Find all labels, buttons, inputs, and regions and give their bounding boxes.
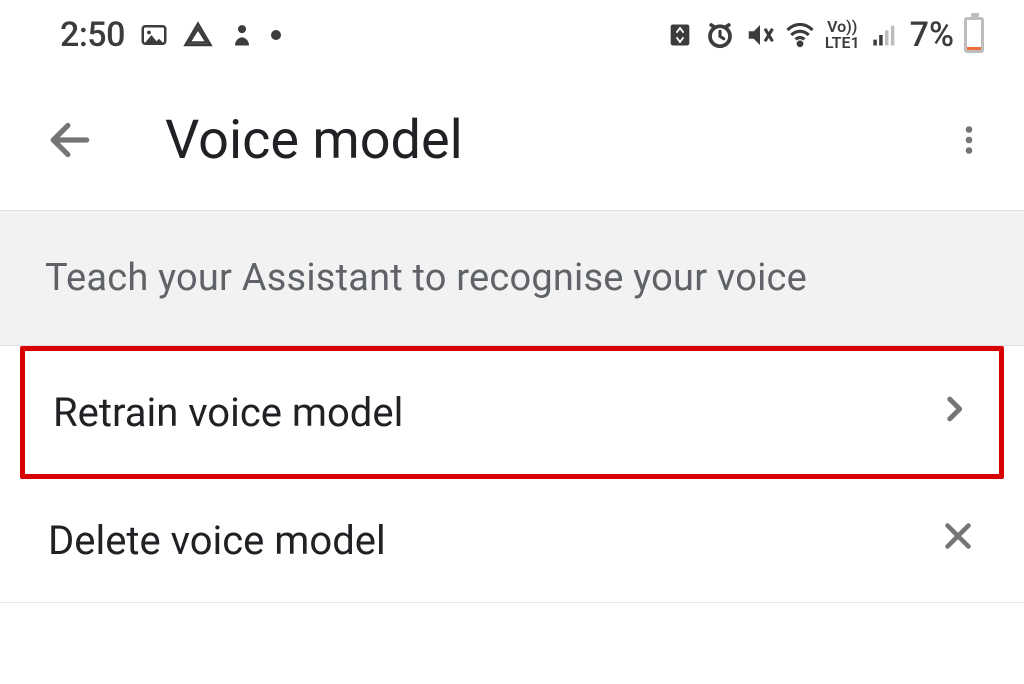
wifi-icon: [785, 20, 815, 50]
delete-voice-model-row[interactable]: Delete voice model: [0, 479, 1024, 603]
battery-icon: [964, 17, 984, 53]
chevron-right-icon: [937, 389, 971, 436]
back-button[interactable]: [45, 115, 95, 165]
retrain-voice-model-row[interactable]: Retrain voice model: [20, 346, 1004, 479]
page-title: Voice model: [165, 109, 874, 172]
status-time: 2:50: [60, 15, 125, 55]
picture-icon: [139, 20, 169, 50]
status-right: Vo))LTE1 7%: [665, 15, 984, 55]
person-icon: [227, 20, 257, 50]
signal-icon: [870, 20, 900, 50]
recycle-icon: [665, 20, 695, 50]
warning-triangle-icon: [183, 20, 213, 50]
section-header: Teach your Assistant to recognise your v…: [0, 210, 1024, 346]
close-icon[interactable]: [940, 517, 976, 564]
more-options-button[interactable]: [944, 115, 994, 165]
status-bar: 2:50 Vo))LTE1 7%: [0, 0, 1024, 70]
status-left: 2:50: [60, 15, 281, 55]
app-bar: Voice model: [0, 70, 1024, 210]
vibrate-mute-icon: [745, 20, 775, 50]
battery-percent: 7%: [910, 15, 954, 55]
list-item-label: Delete voice model: [48, 517, 386, 564]
dot-icon: [271, 30, 281, 40]
network-lte-indicator: Vo))LTE1: [825, 19, 860, 51]
alarm-icon: [705, 20, 735, 50]
list-item-label: Retrain voice model: [53, 389, 403, 436]
